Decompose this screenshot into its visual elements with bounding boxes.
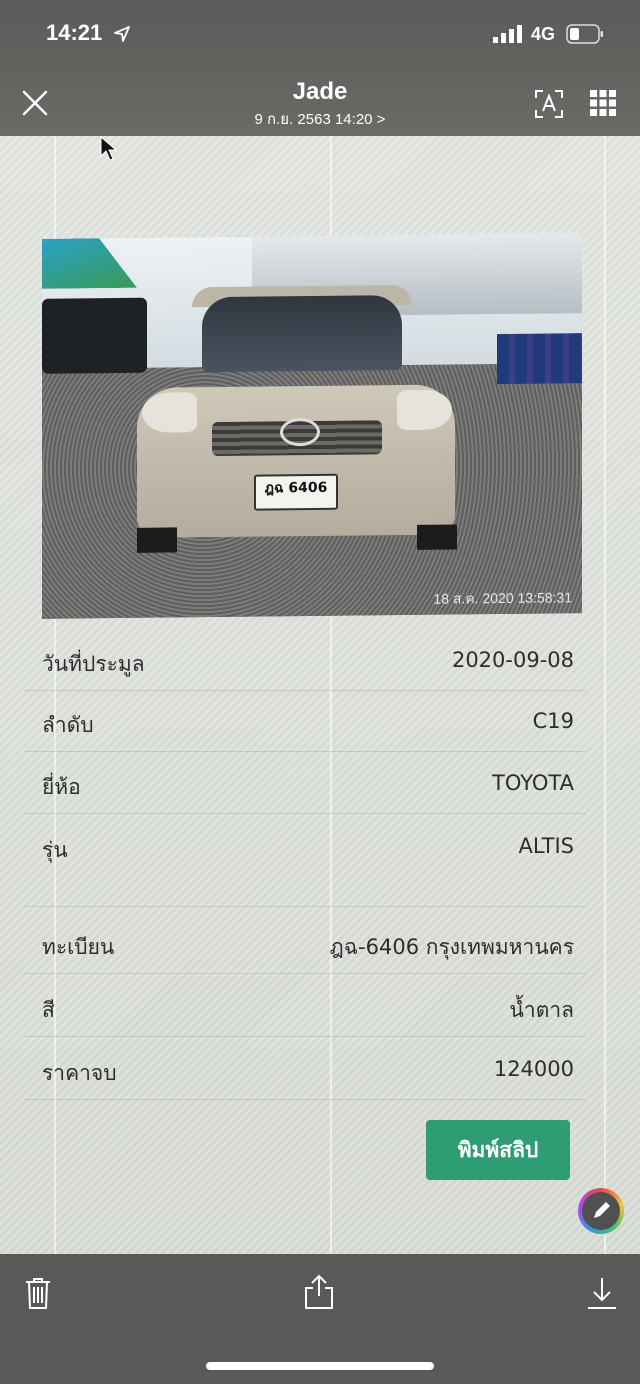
home-indicator[interactable] [206,1362,434,1370]
detail-label: รุ่น [42,838,68,862]
share-icon[interactable] [303,1274,335,1310]
status-bar: 14:21 4G [0,0,640,70]
detail-label: ลำดับ [42,713,94,737]
detail-row-color: สี น้ำตาล [24,976,586,1037]
detail-row-model: รุ่น ALTIS [24,816,586,907]
status-time: 14:21 [46,20,103,45]
signal-icon [493,25,522,43]
bottom-toolbar [0,1254,640,1384]
screen-line [604,136,606,1254]
network-type: 4G [531,24,556,44]
detail-value: ALTIS [518,834,574,858]
car-image: ฎฉ 6406 18 ส.ค. 2020 13:58:31 [42,233,582,619]
chairs [497,333,582,385]
detail-label: วันที่ประมูล [42,652,145,676]
detail-label: ยี่ห้อ [42,775,81,799]
detail-label: ทะเบียน [42,935,115,959]
detail-row-registration: ทะเบียน ฎฉ-6406 กรุงเทพมหานคร [24,913,586,974]
battery-icon [566,24,603,44]
detail-value: C19 [532,709,574,733]
live-text-icon[interactable] [533,88,565,120]
grid-icon[interactable] [588,88,618,118]
top-bar: 14:21 4G Jade 9 ก.ย. 2563 14:20 > [0,0,640,136]
print-slip-button[interactable]: พิมพ์สลิป [426,1120,570,1180]
detail-row-order: ลำดับ C19 [24,691,586,752]
download-icon[interactable] [586,1276,618,1310]
detail-value: ฎฉ-6406 กรุงเทพมหานคร [329,935,574,959]
detail-value: 2020-09-08 [451,648,574,672]
detail-row-final-price: ราคาจบ 124000 [24,1039,586,1100]
detail-label: ราคาจบ [42,1061,117,1085]
detail-value: 124000 [493,1057,574,1081]
detail-label: สี [42,998,55,1022]
detail-row-auction-date: วันที่ประมูล 2020-09-08 [24,630,586,691]
mouse-cursor-icon [100,136,118,161]
pickup-truck [42,297,147,374]
trash-icon[interactable] [24,1276,52,1310]
location-arrow-icon [114,26,130,42]
detail-value: TOYOTA [492,771,574,795]
license-plate: ฎฉ 6406 [254,473,338,511]
photo-timestamp: 18 ส.ค. 2020 13:58:31 [433,589,572,607]
detail-row-brand: ยี่ห้อ TOYOTA [24,753,586,814]
markup-icon[interactable] [578,1188,624,1234]
detail-value: น้ำตาล [509,998,574,1022]
photo-viewer[interactable]: ฎฉ 6406 18 ส.ค. 2020 13:58:31 วันที่ประม… [0,136,640,1254]
